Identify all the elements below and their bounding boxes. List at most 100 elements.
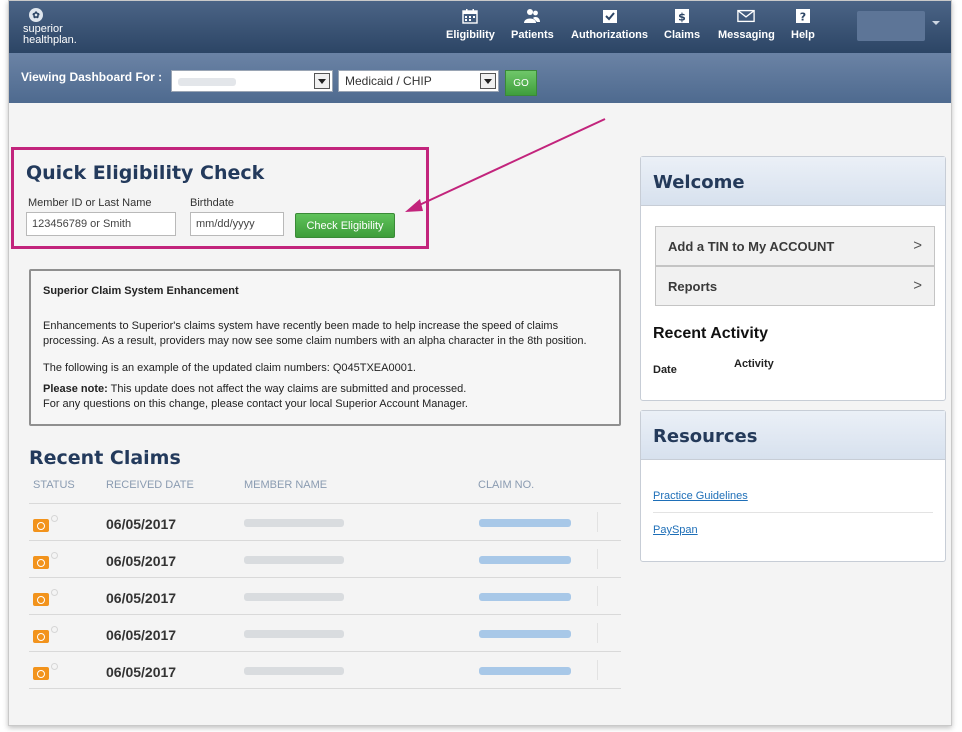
received-date: 06/05/2017 — [106, 590, 177, 606]
brand-emblem-icon: ✿ — [29, 8, 43, 22]
top-navigation: ✿ superior healthplan. Eligibility Patie… — [9, 1, 951, 53]
nav-authorizations-label: Authorizations — [571, 29, 648, 41]
member-name-redacted — [244, 519, 344, 527]
go-button[interactable]: GO — [505, 70, 537, 96]
people-icon — [523, 7, 541, 25]
nav-claims[interactable]: $ Claims — [664, 7, 700, 41]
claim-system-notice: Superior Claim System Enhancement Enhanc… — [29, 269, 621, 426]
table-row[interactable]: 06/05/2017 — [29, 503, 621, 540]
member-id-input[interactable]: 123456789 or Smith — [26, 212, 176, 236]
col-status: STATUS — [33, 479, 75, 491]
add-tin-label: Add a TIN to My ACCOUNT — [668, 239, 835, 254]
pending-status-icon — [33, 519, 49, 532]
practice-guidelines-link[interactable]: Practice Guidelines — [653, 490, 748, 502]
chevron-right-icon: > — [913, 237, 922, 254]
calendar-icon — [461, 7, 479, 25]
nav-help-label: Help — [791, 29, 815, 41]
status-ring-icon — [51, 663, 58, 670]
member-name-redacted — [244, 630, 344, 638]
nav-authorizations[interactable]: Authorizations — [571, 7, 648, 41]
user-account-menu[interactable] — [857, 11, 925, 41]
member-name-redacted — [244, 667, 344, 675]
svg-text:?: ? — [800, 11, 806, 24]
resources-panel: Resources Practice Guidelines PaySpan — [640, 410, 946, 562]
col-activity: Activity — [734, 358, 774, 370]
nav-patients-label: Patients — [511, 29, 554, 41]
nav-eligibility-label: Eligibility — [446, 29, 495, 41]
notice-title: Superior Claim System Enhancement — [43, 285, 239, 297]
col-date: Date — [653, 364, 677, 376]
table-row[interactable]: 06/05/2017 — [29, 614, 621, 651]
col-received-date: RECEIVED DATE — [106, 479, 194, 491]
claim-number-link-redacted[interactable] — [479, 519, 571, 527]
dashboard-bar: Viewing Dashboard For : Medicaid / CHIP … — [9, 53, 951, 103]
claim-number-link-redacted[interactable] — [479, 667, 571, 675]
column-divider — [597, 512, 598, 532]
brand-line-2: healthplan. — [23, 34, 77, 46]
column-divider — [597, 623, 598, 643]
chevron-down-icon[interactable] — [314, 73, 330, 89]
nav-eligibility[interactable]: Eligibility — [446, 7, 495, 41]
notice-paragraph-2: The following is an example of the updat… — [43, 362, 416, 374]
pending-status-icon — [33, 593, 49, 606]
question-icon: ? — [794, 7, 812, 25]
program-select[interactable]: Medicaid / CHIP — [338, 70, 499, 92]
table-row[interactable]: 06/05/2017 — [29, 651, 621, 689]
claim-number-link-redacted[interactable] — [479, 593, 571, 601]
chevron-down-icon[interactable] — [480, 73, 496, 89]
welcome-title: Welcome — [641, 157, 945, 206]
svg-text:$: $ — [678, 11, 686, 24]
column-divider — [597, 660, 598, 680]
app-window: ✿ superior healthplan. Eligibility Patie… — [8, 0, 952, 726]
nav-help[interactable]: ? Help — [791, 7, 815, 41]
member-id-label: Member ID or Last Name — [28, 197, 152, 209]
resources-title: Resources — [641, 411, 945, 460]
reports-label: Reports — [668, 279, 718, 294]
status-ring-icon — [51, 552, 58, 559]
member-name-redacted — [244, 556, 344, 564]
member-name-redacted — [244, 593, 344, 601]
add-tin-link[interactable]: Add a TIN to My ACCOUNT > — [655, 226, 935, 266]
status-ring-icon — [51, 589, 58, 596]
claim-number-link-redacted[interactable] — [479, 630, 571, 638]
column-divider — [597, 586, 598, 606]
column-divider — [597, 549, 598, 569]
chevron-down-icon[interactable] — [932, 21, 940, 25]
resources-divider — [653, 512, 933, 513]
status-ring-icon — [51, 626, 58, 633]
notice-paragraph-1: Enhancements to Superior's claims system… — [43, 320, 587, 347]
col-claim-no: CLAIM NO. — [478, 479, 535, 491]
pending-status-icon — [33, 556, 49, 569]
col-member-name: MEMBER NAME — [244, 479, 328, 491]
nav-claims-label: Claims — [664, 29, 701, 41]
checkmark-icon — [601, 7, 619, 25]
payspan-link[interactable]: PaySpan — [653, 524, 698, 536]
received-date: 06/05/2017 — [106, 516, 177, 532]
nav-patients[interactable]: Patients — [511, 7, 554, 41]
received-date: 06/05/2017 — [106, 553, 177, 569]
table-row[interactable]: 06/05/2017 — [29, 540, 621, 577]
birthdate-input[interactable]: mm/dd/yyyy — [190, 212, 284, 236]
check-eligibility-button[interactable]: Check Eligibility — [295, 213, 395, 238]
tin-select[interactable] — [171, 70, 333, 92]
dollar-icon: $ — [673, 7, 691, 25]
brand-logo[interactable]: ✿ superior healthplan. — [23, 8, 77, 46]
nav-messaging[interactable]: Messaging — [718, 7, 775, 41]
notice-note-text: This update does not affect the way clai… — [107, 383, 467, 395]
welcome-panel: Welcome Add a TIN to My ACCOUNT > Report… — [640, 156, 946, 401]
nav-messaging-label: Messaging — [718, 29, 775, 41]
recent-claims-title: Recent Claims — [29, 447, 181, 469]
program-value: Medicaid / CHIP — [345, 74, 432, 88]
claim-number-link-redacted[interactable] — [479, 556, 571, 564]
envelope-icon — [737, 7, 756, 25]
reports-link[interactable]: Reports > — [655, 266, 935, 306]
pending-status-icon — [33, 630, 49, 643]
notice-paragraph-4: For any questions on this change, please… — [43, 398, 468, 410]
notice-paragraph-3: Please note: This update does not affect… — [43, 382, 615, 397]
table-row[interactable]: 06/05/2017 — [29, 577, 621, 614]
chevron-right-icon: > — [913, 277, 922, 294]
quick-eligibility-title: Quick Eligibility Check — [26, 162, 265, 184]
birthdate-label: Birthdate — [190, 197, 235, 209]
dashboard-label: Viewing Dashboard For : — [21, 70, 163, 84]
notice-note-label: Please note: — [43, 383, 108, 395]
